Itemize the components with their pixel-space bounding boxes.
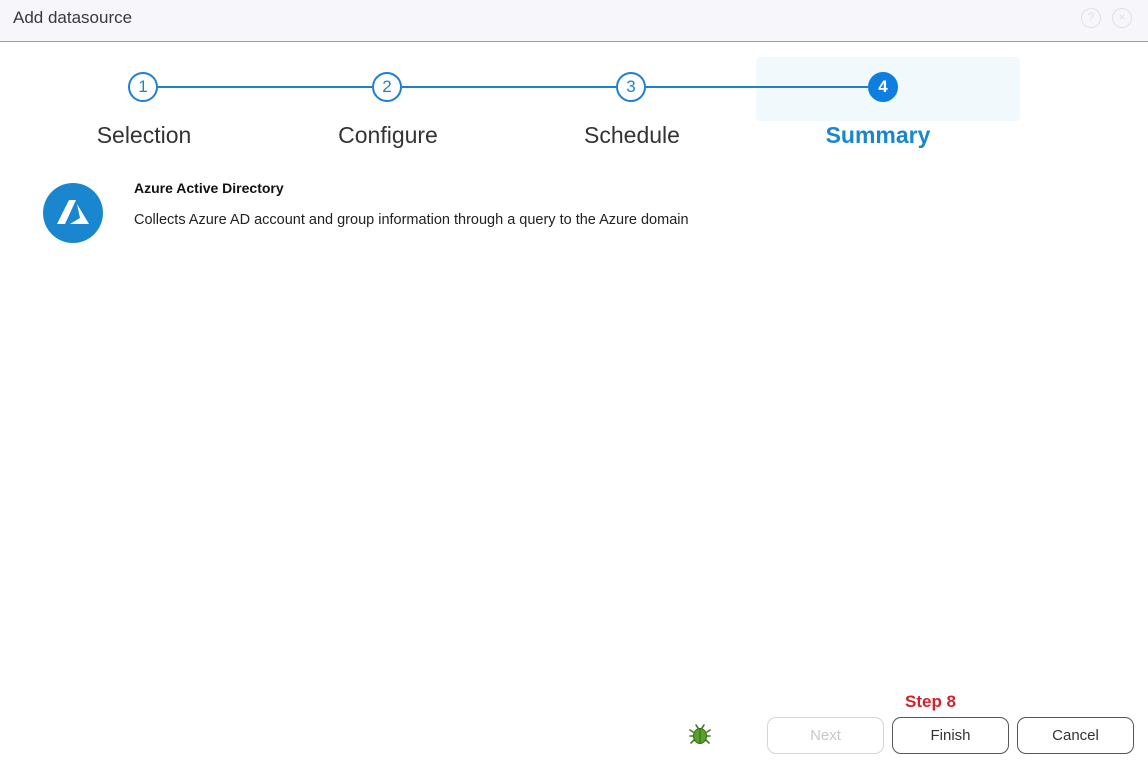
step-3-indicator[interactable]: 3 — [616, 72, 646, 102]
datasource-name: Azure Active Directory — [134, 180, 284, 196]
step-4-indicator[interactable]: 4 — [868, 72, 898, 102]
step-2-indicator[interactable]: 2 — [372, 72, 402, 102]
step-1-label: Selection — [96, 122, 192, 148]
datasource-description: Collects Azure AD account and group info… — [134, 212, 689, 228]
cancel-button[interactable]: Cancel — [1017, 717, 1134, 754]
close-icon[interactable]: × — [1112, 8, 1132, 28]
step-annotation: Step 8 — [905, 692, 957, 711]
step-connector — [646, 86, 868, 88]
step-connector — [158, 86, 372, 88]
step-1-indicator[interactable]: 1 — [128, 72, 158, 102]
step-4-label: Summary — [825, 122, 931, 148]
bug-icon[interactable] — [689, 724, 711, 746]
finish-button[interactable]: Finish — [892, 717, 1009, 754]
step-2-label: Configure — [338, 122, 438, 148]
title-bar: Add datasource ? × — [0, 0, 1148, 42]
next-button[interactable]: Next — [767, 717, 884, 754]
window-title: Add datasource — [13, 8, 133, 27]
azure-logo-icon — [43, 183, 103, 243]
step-3-label: Schedule — [584, 122, 680, 148]
step-connector — [402, 86, 616, 88]
help-icon[interactable]: ? — [1081, 8, 1101, 28]
